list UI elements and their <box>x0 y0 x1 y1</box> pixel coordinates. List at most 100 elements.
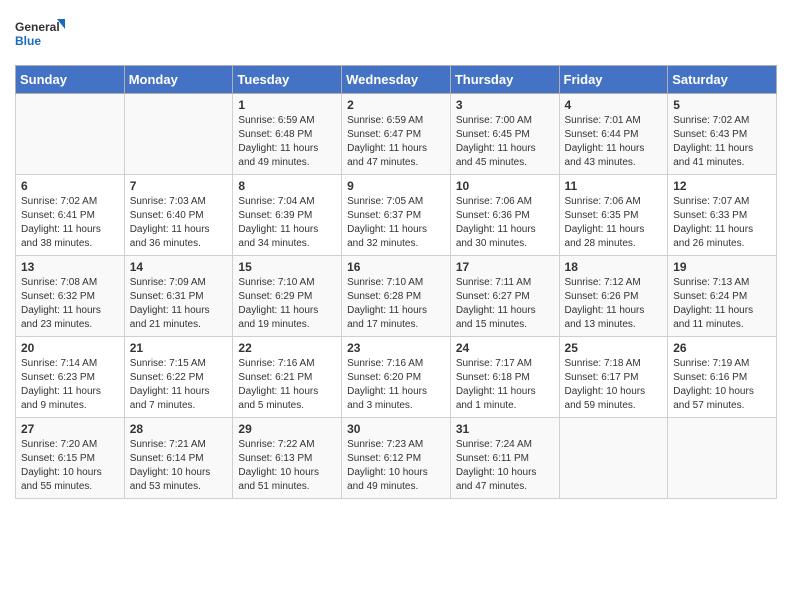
calendar-cell: 15 Sunrise: 7:10 AM Sunset: 6:29 PM Dayli… <box>233 256 342 337</box>
calendar-cell: 17 Sunrise: 7:11 AM Sunset: 6:27 PM Dayli… <box>450 256 559 337</box>
day-number: 26 <box>673 341 771 355</box>
day-number: 29 <box>238 422 336 436</box>
day-info: Sunrise: 7:15 AM Sunset: 6:22 PM Dayligh… <box>130 357 228 413</box>
day-info: Sunrise: 7:03 AM Sunset: 6:40 PM Dayligh… <box>130 195 228 251</box>
day-info: Sunrise: 7:00 AM Sunset: 6:45 PM Dayligh… <box>456 114 554 170</box>
day-info: Sunrise: 7:20 AM Sunset: 6:15 PM Dayligh… <box>21 438 119 494</box>
calendar-cell: 18Sunrise: 7:12 AM Sunset: 6:26 PM Dayli… <box>559 256 668 337</box>
header-sunday: Sunday <box>16 66 125 94</box>
day-number: 18 <box>565 260 663 274</box>
calendar-cell <box>124 94 233 175</box>
day-info: Sunrise: 7:02 AM Sunset: 6:41 PM Dayligh… <box>21 195 119 251</box>
calendar-cell: 27 Sunrise: 7:20 AM Sunset: 6:15 PM Dayli… <box>16 418 125 499</box>
day-number: 1 <box>238 98 336 112</box>
calendar-cell <box>668 418 777 499</box>
day-info: Sunrise: 7:04 AM Sunset: 6:39 PM Dayligh… <box>238 195 336 251</box>
day-info: Sunrise: 7:09 AM Sunset: 6:31 PM Dayligh… <box>130 276 228 332</box>
week-row-4: 20 Sunrise: 7:14 AM Sunset: 6:23 PM Dayli… <box>16 337 777 418</box>
calendar-cell: 5 Sunrise: 7:02 AM Sunset: 6:43 PM Daylig… <box>668 94 777 175</box>
day-info: Sunrise: 7:16 AM Sunset: 6:20 PM Dayligh… <box>347 357 445 413</box>
calendar-cell: 6 Sunrise: 7:02 AM Sunset: 6:41 PM Daylig… <box>16 175 125 256</box>
calendar-cell: 7Sunrise: 7:03 AM Sunset: 6:40 PM Daylig… <box>124 175 233 256</box>
day-number: 4 <box>565 98 663 112</box>
calendar-cell: 23 Sunrise: 7:16 AM Sunset: 6:20 PM Dayli… <box>342 337 451 418</box>
day-number: 2 <box>347 98 445 112</box>
day-number: 23 <box>347 341 445 355</box>
calendar-cell: 1 Sunrise: 6:59 AM Sunset: 6:48 PM Daylig… <box>233 94 342 175</box>
day-info: Sunrise: 7:18 AM Sunset: 6:17 PM Dayligh… <box>565 357 663 413</box>
day-info: Sunrise: 7:06 AM Sunset: 6:36 PM Dayligh… <box>456 195 554 251</box>
calendar-cell: 29 Sunrise: 7:22 AM Sunset: 6:13 PM Dayli… <box>233 418 342 499</box>
svg-text:Blue: Blue <box>15 34 41 48</box>
calendar-cell: 24 Sunrise: 7:17 AM Sunset: 6:18 PM Dayli… <box>450 337 559 418</box>
day-number: 10 <box>456 179 554 193</box>
calendar-cell: 30 Sunrise: 7:23 AM Sunset: 6:12 PM Dayli… <box>342 418 451 499</box>
day-number: 28 <box>130 422 228 436</box>
logo-svg: General Blue <box>15 15 65 55</box>
day-number: 19 <box>673 260 771 274</box>
day-info: Sunrise: 7:05 AM Sunset: 6:37 PM Dayligh… <box>347 195 445 251</box>
day-info: Sunrise: 7:23 AM Sunset: 6:12 PM Dayligh… <box>347 438 445 494</box>
day-number: 12 <box>673 179 771 193</box>
day-info: Sunrise: 6:59 AM Sunset: 6:48 PM Dayligh… <box>238 114 336 170</box>
header-friday: Friday <box>559 66 668 94</box>
day-info: Sunrise: 7:24 AM Sunset: 6:11 PM Dayligh… <box>456 438 554 494</box>
day-number: 24 <box>456 341 554 355</box>
day-info: Sunrise: 7:06 AM Sunset: 6:35 PM Dayligh… <box>565 195 663 251</box>
day-number: 20 <box>21 341 119 355</box>
day-number: 25 <box>565 341 663 355</box>
day-number: 16 <box>347 260 445 274</box>
calendar-cell: 16 Sunrise: 7:10 AM Sunset: 6:28 PM Dayli… <box>342 256 451 337</box>
day-info: Sunrise: 7:13 AM Sunset: 6:24 PM Dayligh… <box>673 276 771 332</box>
day-number: 8 <box>238 179 336 193</box>
day-info: Sunrise: 6:59 AM Sunset: 6:47 PM Dayligh… <box>347 114 445 170</box>
day-number: 22 <box>238 341 336 355</box>
day-info: Sunrise: 7:10 AM Sunset: 6:29 PM Dayligh… <box>238 276 336 332</box>
day-number: 17 <box>456 260 554 274</box>
calendar-cell: 11 Sunrise: 7:06 AM Sunset: 6:35 PM Dayli… <box>559 175 668 256</box>
day-info: Sunrise: 7:21 AM Sunset: 6:14 PM Dayligh… <box>130 438 228 494</box>
day-info: Sunrise: 7:10 AM Sunset: 6:28 PM Dayligh… <box>347 276 445 332</box>
calendar-cell: 31 Sunrise: 7:24 AM Sunset: 6:11 PM Dayli… <box>450 418 559 499</box>
header-monday: Monday <box>124 66 233 94</box>
calendar-cell: 19 Sunrise: 7:13 AM Sunset: 6:24 PM Dayli… <box>668 256 777 337</box>
day-number: 30 <box>347 422 445 436</box>
calendar-cell: 9 Sunrise: 7:05 AM Sunset: 6:37 PM Daylig… <box>342 175 451 256</box>
day-number: 9 <box>347 179 445 193</box>
header-saturday: Saturday <box>668 66 777 94</box>
calendar-cell: 8 Sunrise: 7:04 AM Sunset: 6:39 PM Daylig… <box>233 175 342 256</box>
day-info: Sunrise: 7:08 AM Sunset: 6:32 PM Dayligh… <box>21 276 119 332</box>
calendar-cell: 28 Sunrise: 7:21 AM Sunset: 6:14 PM Dayli… <box>124 418 233 499</box>
calendar-table: SundayMondayTuesdayWednesdayThursdayFrid… <box>15 65 777 499</box>
logo: General Blue <box>15 15 65 55</box>
day-number: 6 <box>21 179 119 193</box>
calendar-cell: 26Sunrise: 7:19 AM Sunset: 6:16 PM Dayli… <box>668 337 777 418</box>
header-row: SundayMondayTuesdayWednesdayThursdayFrid… <box>16 66 777 94</box>
week-row-2: 6 Sunrise: 7:02 AM Sunset: 6:41 PM Daylig… <box>16 175 777 256</box>
day-number: 13 <box>21 260 119 274</box>
header-wednesday: Wednesday <box>342 66 451 94</box>
calendar-cell: 14Sunrise: 7:09 AM Sunset: 6:31 PM Dayli… <box>124 256 233 337</box>
day-info: Sunrise: 7:02 AM Sunset: 6:43 PM Dayligh… <box>673 114 771 170</box>
calendar-cell: 10 Sunrise: 7:06 AM Sunset: 6:36 PM Dayli… <box>450 175 559 256</box>
week-row-1: 1 Sunrise: 6:59 AM Sunset: 6:48 PM Daylig… <box>16 94 777 175</box>
day-info: Sunrise: 7:14 AM Sunset: 6:23 PM Dayligh… <box>21 357 119 413</box>
day-info: Sunrise: 7:01 AM Sunset: 6:44 PM Dayligh… <box>565 114 663 170</box>
day-number: 27 <box>21 422 119 436</box>
calendar-cell: 20 Sunrise: 7:14 AM Sunset: 6:23 PM Dayli… <box>16 337 125 418</box>
day-info: Sunrise: 7:17 AM Sunset: 6:18 PM Dayligh… <box>456 357 554 413</box>
calendar-cell <box>559 418 668 499</box>
header-tuesday: Tuesday <box>233 66 342 94</box>
day-info: Sunrise: 7:11 AM Sunset: 6:27 PM Dayligh… <box>456 276 554 332</box>
week-row-5: 27 Sunrise: 7:20 AM Sunset: 6:15 PM Dayli… <box>16 418 777 499</box>
day-number: 5 <box>673 98 771 112</box>
day-info: Sunrise: 7:22 AM Sunset: 6:13 PM Dayligh… <box>238 438 336 494</box>
day-number: 31 <box>456 422 554 436</box>
day-number: 3 <box>456 98 554 112</box>
calendar-cell: 2 Sunrise: 6:59 AM Sunset: 6:47 PM Daylig… <box>342 94 451 175</box>
day-info: Sunrise: 7:16 AM Sunset: 6:21 PM Dayligh… <box>238 357 336 413</box>
day-number: 11 <box>565 179 663 193</box>
day-number: 15 <box>238 260 336 274</box>
calendar-cell <box>16 94 125 175</box>
day-number: 21 <box>130 341 228 355</box>
